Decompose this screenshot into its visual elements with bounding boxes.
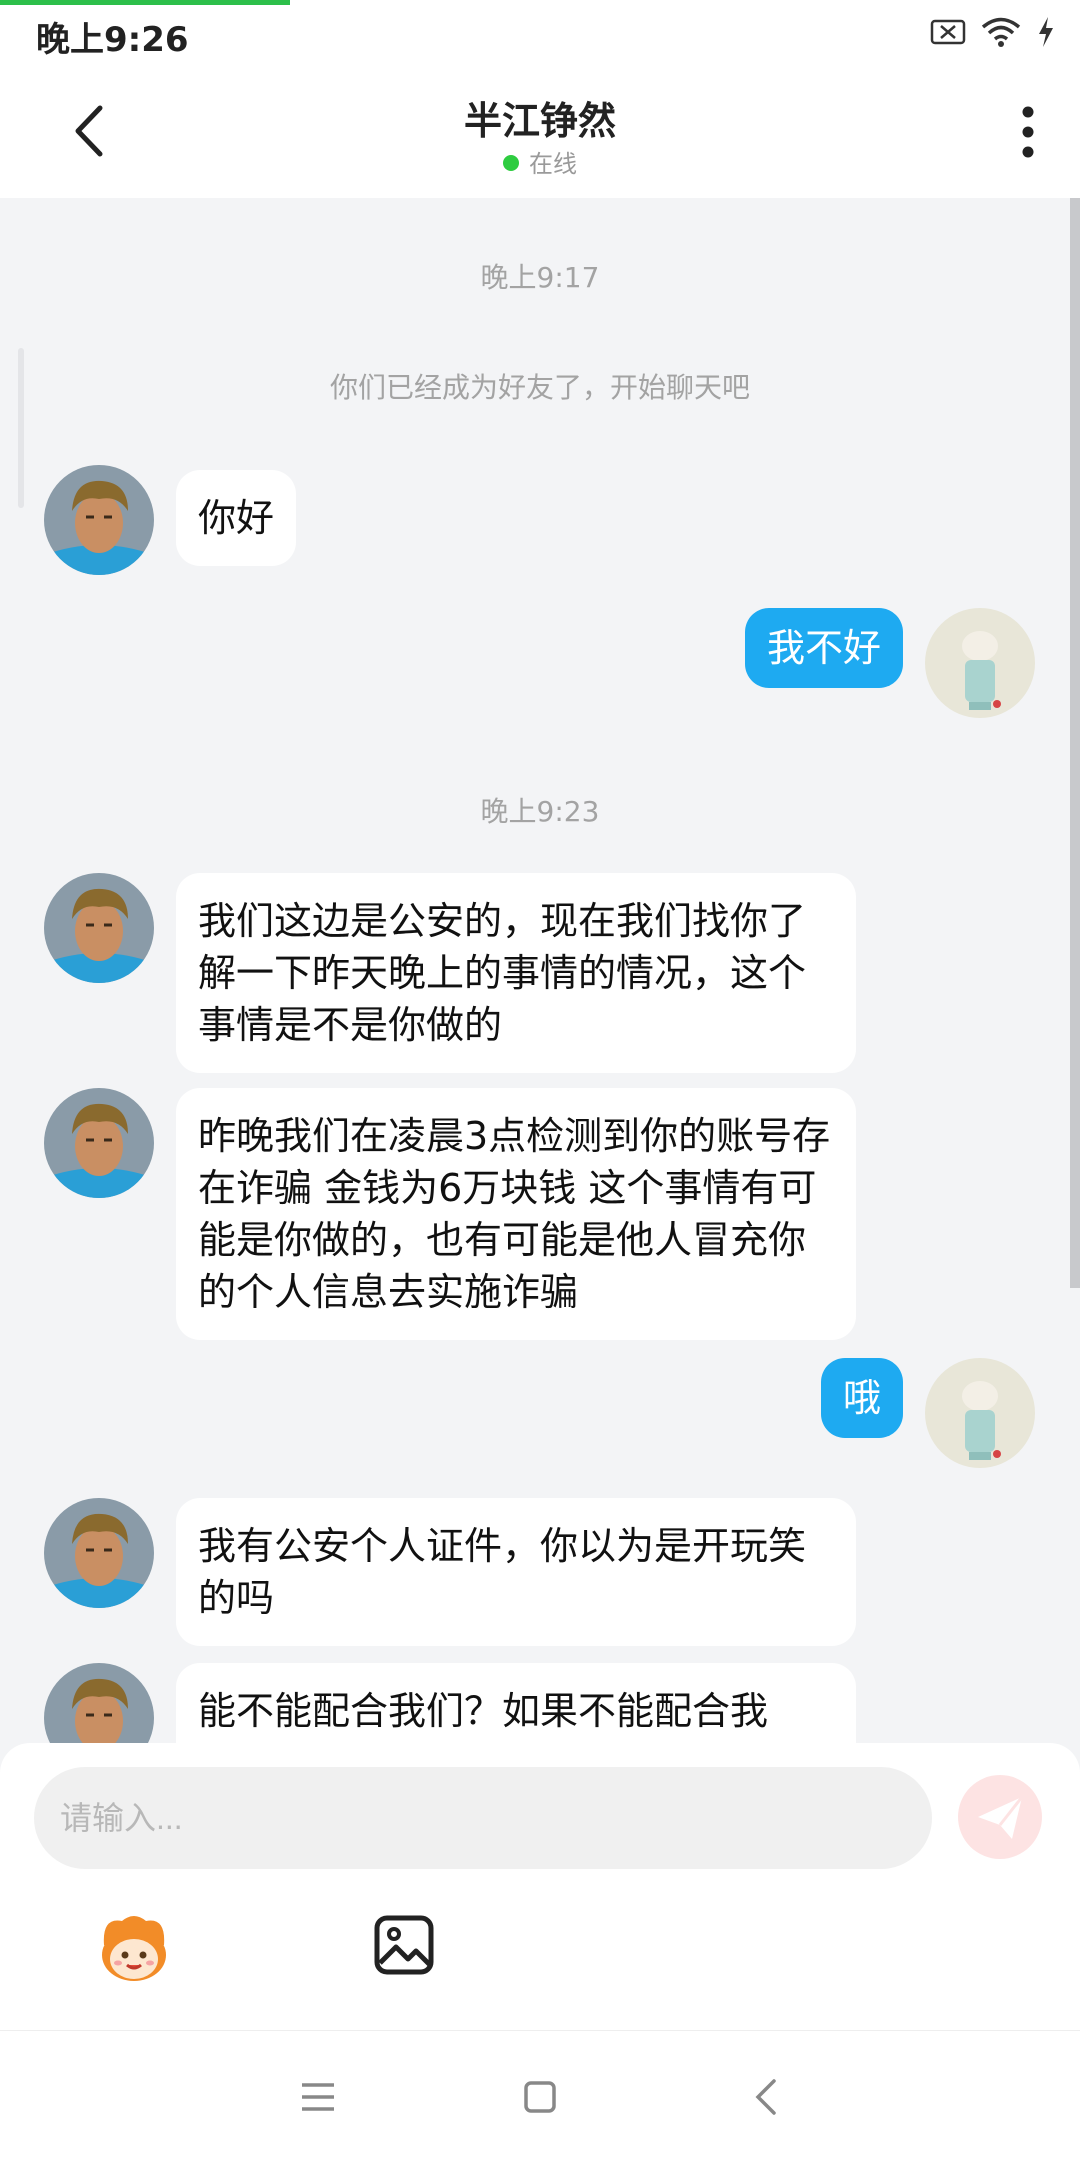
contact-avatar[interactable] [44, 1663, 154, 1743]
online-status: 在线 [0, 144, 1080, 179]
avatar-image [44, 1663, 154, 1743]
system-message: 你们已经成为好友了，开始聊天吧 [329, 371, 750, 404]
avatar-image [925, 1358, 1035, 1468]
online-status-label: 在线 [529, 150, 577, 178]
timestamp-separator: 晚上9:23 [480, 795, 600, 828]
loading-progress [0, 0, 290, 5]
avatar-image [44, 1498, 154, 1608]
avatar-image [44, 873, 154, 983]
contact-avatar[interactable] [44, 873, 154, 983]
contact-name: 半江铮然 [463, 99, 616, 143]
status-bar: 晚上9:26 [0, 0, 1080, 66]
message-bubble-incoming[interactable]: 你好 [176, 470, 297, 566]
message-bubble-incoming[interactable]: 我们这边是公安的，现在我们找你了解一下昨天晚上的事情的情况，这个事情是不是你做的 [176, 873, 856, 1073]
chat-header: 半江铮然 在线 [0, 66, 1080, 198]
message-input[interactable] [34, 1767, 932, 1869]
my-avatar[interactable] [925, 1358, 1035, 1468]
nav-back-button[interactable] [744, 2073, 792, 2121]
contact-avatar[interactable] [44, 465, 154, 575]
more-vertical-icon [1022, 106, 1034, 158]
send-button[interactable] [958, 1775, 1042, 1859]
contact-avatar[interactable] [44, 1088, 154, 1198]
status-time: 晚上9:26 [36, 20, 189, 60]
more-options-button[interactable] [1016, 104, 1040, 160]
charging-icon [1039, 17, 1053, 47]
timestamp-separator: 晚上9:17 [480, 261, 600, 294]
send-icon [978, 1796, 1024, 1839]
emoji-icon [102, 1916, 166, 1981]
status-icons [930, 16, 1056, 48]
scrollbar[interactable] [1070, 198, 1080, 1288]
home-square-icon [524, 2081, 556, 2113]
sim-off-icon [930, 19, 966, 45]
message-bubble-outgoing[interactable]: 哦 [820, 1358, 903, 1438]
avatar-image [44, 465, 154, 575]
message-bubble-outgoing[interactable]: 我不好 [744, 608, 903, 688]
message-bubble-incoming[interactable]: 能不能配合我们？如果不能配合我们，我们现在出发作案用进行对你移 [176, 1663, 856, 1743]
message-bubble-incoming[interactable]: 昨晚我们在凌晨3点检测到你的账号存在诈骗 金钱为6万块钱 这个事情有可能是你做的… [176, 1088, 856, 1340]
avatar-image [925, 608, 1035, 718]
chat-messages[interactable]: 晚上9:17 你们已经成为好友了，开始聊天吧 你好 我不好 晚上9:23 我们这… [0, 198, 1080, 1743]
image-button[interactable] [372, 1913, 436, 1977]
nav-menu-button[interactable] [294, 2073, 342, 2121]
contact-avatar[interactable] [44, 1498, 154, 1608]
message-bubble-incoming[interactable]: 我有公安个人证件，你以为是开玩笑的吗 [176, 1498, 856, 1646]
online-dot [503, 155, 519, 171]
wifi-icon [981, 17, 1021, 47]
image-icon [374, 1915, 434, 1975]
back-icon [755, 2079, 776, 2115]
my-avatar[interactable] [925, 608, 1035, 718]
nav-home-button[interactable] [516, 2073, 564, 2121]
input-panel [0, 1743, 1080, 2030]
emoji-button[interactable] [92, 1911, 176, 1985]
avatar-image [44, 1088, 154, 1198]
system-nav-bar [0, 2030, 1080, 2161]
menu-icon [302, 2083, 334, 2111]
